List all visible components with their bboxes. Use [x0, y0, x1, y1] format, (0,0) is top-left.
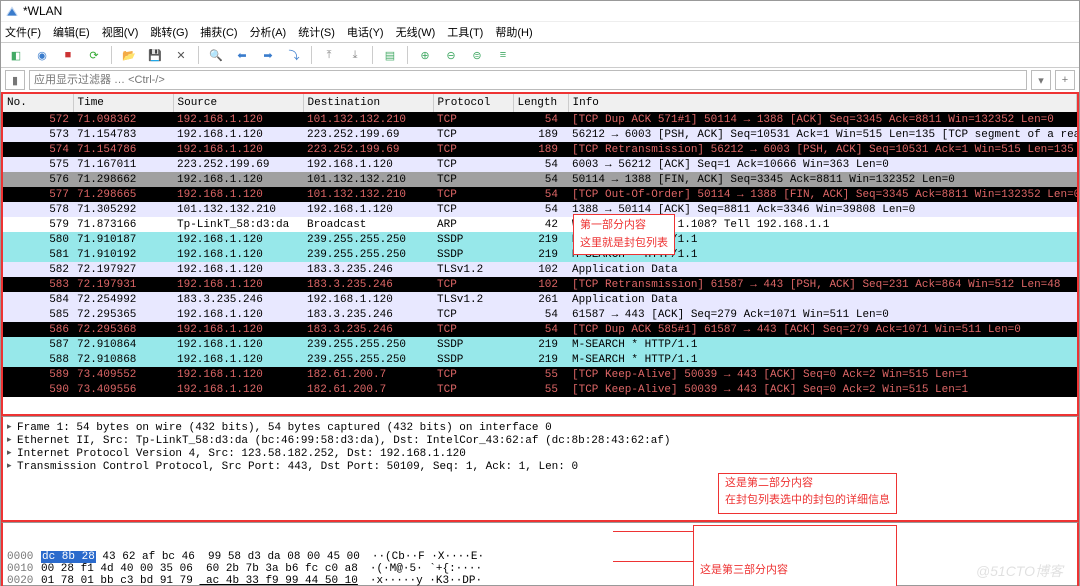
tb-stop[interactable]: ■: [57, 44, 79, 66]
separator: [311, 46, 312, 64]
tb-resize[interactable]: ≡: [492, 44, 514, 66]
anno2-line2: 在封包列表选中的封包的详细信息: [725, 493, 890, 511]
table-header-row: No. Time Source Destination Protocol Len…: [3, 94, 1077, 112]
menu-item[interactable]: 捕获(C): [200, 24, 237, 40]
anno1-line2: 这里就是封包列表: [580, 235, 668, 253]
col-no[interactable]: No.: [3, 94, 73, 112]
hex-line[interactable]: 0000dc 8b 28 43 62 af bc 46 99 58 d3 da …: [7, 551, 1073, 563]
packet-row[interactable]: 58772.910864192.168.1.120239.255.255.250…: [3, 337, 1077, 352]
hex-pane[interactable]: 0000dc 8b 28 43 62 af bc 46 99 58 d3 da …: [1, 522, 1079, 586]
tb-restart[interactable]: ⟳: [83, 44, 105, 66]
menu-item[interactable]: 文件(F): [5, 24, 41, 40]
packet-row[interactable]: 57571.167011223.252.199.69192.168.1.120T…: [3, 157, 1077, 172]
packet-row[interactable]: 58872.910868192.168.1.120239.255.255.250…: [3, 352, 1077, 367]
plus-button[interactable]: +: [1055, 70, 1075, 90]
menu-item[interactable]: 跳转(G): [150, 24, 188, 40]
col-dest[interactable]: Destination: [303, 94, 433, 112]
anno2-line1: 这是第二部分内容: [725, 476, 890, 494]
tree-item[interactable]: Internet Protocol Version 4, Src: 123.58…: [7, 448, 1073, 460]
menu-item[interactable]: 工具(T): [447, 24, 483, 40]
title-text: *WLAN: [23, 4, 62, 18]
col-proto[interactable]: Protocol: [433, 94, 513, 112]
tb-interfaces[interactable]: ◧: [5, 44, 27, 66]
packet-row[interactable]: 57371.154783192.168.1.120223.252.199.69T…: [3, 127, 1077, 142]
tb-prev[interactable]: ⬅: [231, 44, 253, 66]
tb-save[interactable]: 💾: [144, 44, 166, 66]
packet-details-pane[interactable]: Frame 1: 54 bytes on wire (432 bits), 54…: [1, 416, 1079, 522]
hex-line[interactable]: 002001 78 01 bb c3 bd 91 79 ac 4b 33 f9 …: [7, 575, 1073, 586]
tb-close[interactable]: ✕: [170, 44, 192, 66]
tree-item[interactable]: Ethernet II, Src: Tp-LinkT_58:d3:da (bc:…: [7, 435, 1073, 447]
menu-item[interactable]: 统计(S): [298, 24, 335, 40]
packet-row[interactable]: 58472.254992183.3.235.246192.168.1.120TL…: [3, 292, 1077, 307]
annotation-2: 这是第二部分内容 在封包列表选中的封包的详细信息: [718, 473, 897, 514]
tb-find[interactable]: 🔍: [205, 44, 227, 66]
packet-row[interactable]: 58071.910187192.168.1.120239.255.255.250…: [3, 232, 1077, 247]
packet-list-pane[interactable]: No. Time Source Destination Protocol Len…: [1, 92, 1079, 416]
tree-item[interactable]: Transmission Control Protocol, Src Port:…: [7, 461, 1073, 473]
packet-row[interactable]: 57671.298662192.168.1.120101.132.132.210…: [3, 172, 1077, 187]
tb-zoomout[interactable]: ⊖: [440, 44, 462, 66]
menu-item[interactable]: 分析(A): [250, 24, 287, 40]
menu-item[interactable]: 帮助(H): [495, 24, 532, 40]
packet-row[interactable]: 58672.295368192.168.1.120183.3.235.246TC…: [3, 322, 1077, 337]
packet-row[interactable]: 57871.305292101.132.132.210192.168.1.120…: [3, 202, 1077, 217]
col-source[interactable]: Source: [173, 94, 303, 112]
tb-open[interactable]: 📂: [118, 44, 140, 66]
packet-row[interactable]: 57971.873166Tp-LinkT_58:d3:daBroadcastAR…: [3, 217, 1077, 232]
col-info[interactable]: Info: [568, 94, 1077, 112]
expression-button[interactable]: ▾: [1031, 70, 1051, 90]
packet-row[interactable]: 58171.910192192.168.1.120239.255.255.250…: [3, 247, 1077, 262]
anno3-line1: 这是第三部分内容: [700, 563, 890, 581]
packet-row[interactable]: 57471.154786192.168.1.120223.252.199.69T…: [3, 142, 1077, 157]
separator: [372, 46, 373, 64]
separator: [407, 46, 408, 64]
menubar: 文件(F) 编辑(E) 视图(V) 跳转(G) 捕获(C) 分析(A) 统计(S) 电话(Y)…: [1, 22, 1079, 43]
menu-item[interactable]: 编辑(E): [53, 24, 90, 40]
arrow-line: [613, 531, 693, 532]
app-window: *WLAN 文件(F) 编辑(E) 视图(V) 跳转(G) 捕获(C) 分析(A) 统计(S…: [0, 0, 1080, 586]
annotation-3: 这是第三部分内容 左边的是封包报文的16进行数据形式 后边是16进制对应的ASC…: [693, 525, 897, 586]
tb-start[interactable]: ◉: [31, 44, 53, 66]
toolbar: ◧ ◉ ■ ⟳ 📂 💾 ✕ 🔍 ⬅ ➡ ⤵ ⤒ ⤓ ▤ ⊕ ⊖ ⊜ ≡: [1, 43, 1079, 68]
menu-item[interactable]: 视图(V): [102, 24, 139, 40]
tb-first[interactable]: ⤒: [318, 44, 340, 66]
tb-next[interactable]: ➡: [257, 44, 279, 66]
tb-zoom11[interactable]: ⊜: [466, 44, 488, 66]
arrow-line: [613, 561, 693, 562]
menu-item[interactable]: 电话(Y): [347, 24, 384, 40]
separator: [198, 46, 199, 64]
packet-row[interactable]: 57271.098362192.168.1.120101.132.132.210…: [3, 112, 1077, 127]
menu-item[interactable]: 无线(W): [396, 24, 436, 40]
bookmark-icon[interactable]: ▮: [5, 70, 25, 90]
tb-goto[interactable]: ⤵: [283, 44, 305, 66]
separator: [111, 46, 112, 64]
packet-row[interactable]: 58973.409552192.168.1.120182.61.200.7TCP…: [3, 367, 1077, 382]
hex-line[interactable]: 001000 28 f1 4d 40 00 35 06 60 2b 7b 3a …: [7, 563, 1073, 575]
filter-bar: ▮ ▾ +: [1, 68, 1079, 92]
titlebar: *WLAN: [1, 1, 1079, 22]
tb-last[interactable]: ⤓: [344, 44, 366, 66]
packet-row[interactable]: 57771.298665192.168.1.120101.132.132.210…: [3, 187, 1077, 202]
display-filter-input[interactable]: [29, 70, 1027, 90]
annotation-1: 第一部分内容 这里就是封包列表: [573, 214, 675, 255]
packet-row[interactable]: 58572.295365192.168.1.120183.3.235.246TC…: [3, 307, 1077, 322]
tree-item[interactable]: Frame 1: 54 bytes on wire (432 bits), 54…: [7, 422, 1073, 434]
anno1-line1: 第一部分内容: [580, 217, 668, 235]
packet-row[interactable]: 58272.197927192.168.1.120183.3.235.246TL…: [3, 262, 1077, 277]
col-length[interactable]: Length: [513, 94, 568, 112]
app-icon: [5, 4, 19, 18]
packet-row[interactable]: 58372.197931192.168.1.120183.3.235.246TC…: [3, 277, 1077, 292]
packet-table: No. Time Source Destination Protocol Len…: [3, 94, 1077, 397]
packet-row[interactable]: 59073.409556192.168.1.120182.61.200.7TCP…: [3, 382, 1077, 397]
tb-zoomin[interactable]: ⊕: [414, 44, 436, 66]
col-time[interactable]: Time: [73, 94, 173, 112]
tb-autoscroll[interactable]: ▤: [379, 44, 401, 66]
